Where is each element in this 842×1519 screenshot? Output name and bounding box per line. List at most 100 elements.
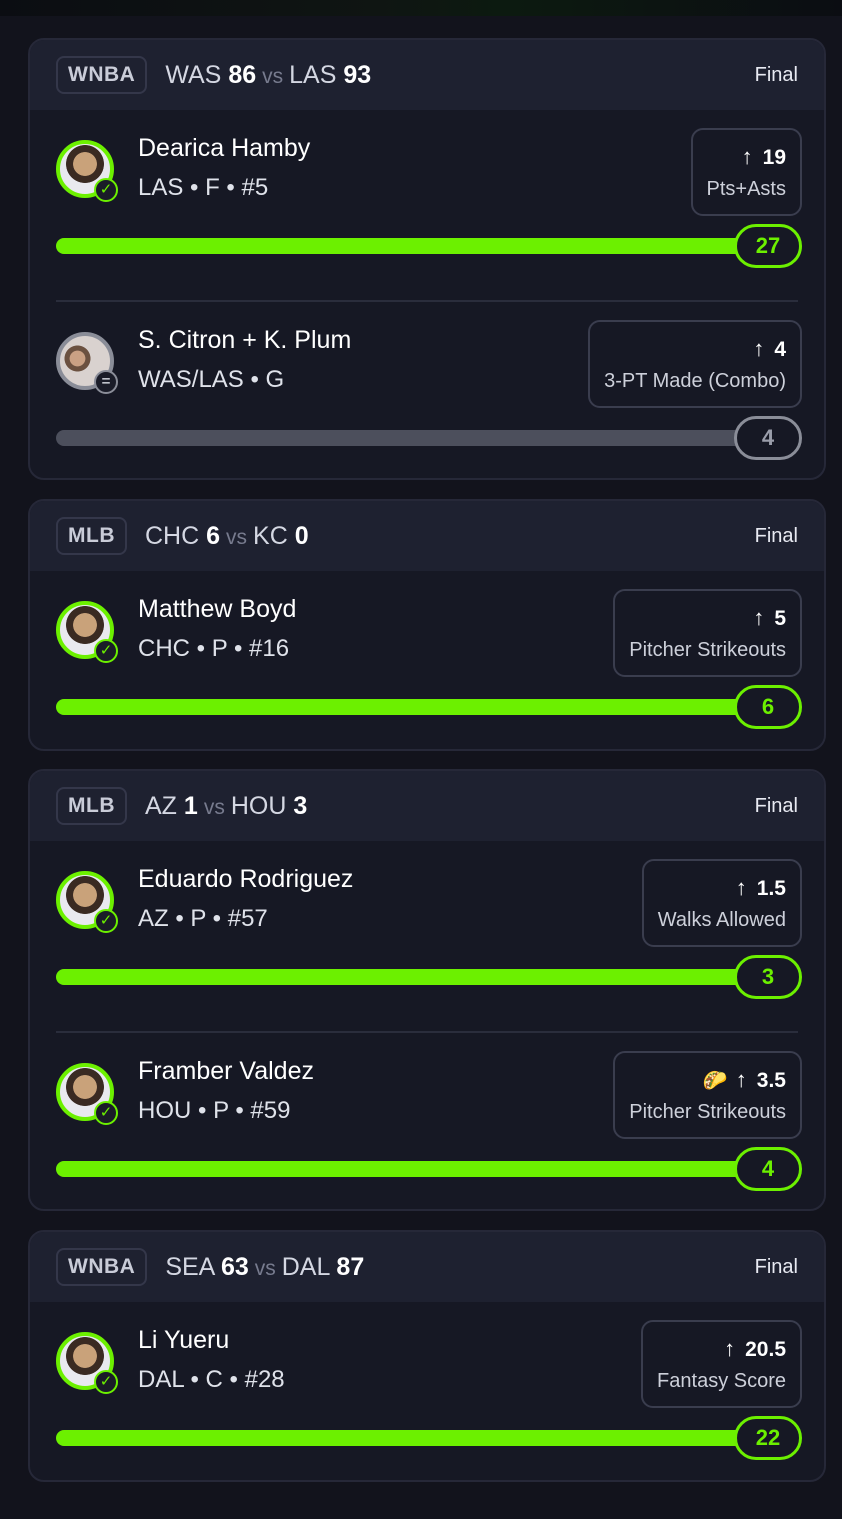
vs-label: vs (203, 795, 225, 819)
result-pill: 22 (734, 1416, 802, 1460)
home-score: 0 (294, 521, 309, 550)
progress-bar (56, 699, 746, 715)
home-team: DAL (281, 1252, 330, 1281)
away-score: 86 (228, 60, 257, 89)
result-pill: 4 (734, 416, 802, 460)
game-header: MLB AZ 1 vs HOU 3 Final (30, 771, 824, 841)
result-pill: 4 (734, 1147, 802, 1191)
arrow-up-icon: ↑ (741, 144, 753, 169)
game-score: WAS 86 vs LAS 93 (165, 61, 371, 90)
league-badge: MLB (56, 517, 127, 555)
away-score: 63 (220, 1252, 249, 1281)
projection-box: 🌮 ↑ 3.5 Pitcher Strikeouts (613, 1051, 802, 1139)
home-score: 93 (343, 60, 372, 89)
progress-bar (56, 1430, 746, 1446)
player-meta: CHC • P • #16 (138, 635, 290, 662)
check-icon: ✓ (94, 1101, 118, 1125)
progress-bar (56, 969, 746, 985)
arrow-up-icon: ↑ (753, 336, 765, 361)
pick-row[interactable]: ✓ Eduardo Rodriguez AZ • P • #57 ↑ 1.5 Wa… (30, 841, 824, 1031)
taco-icon: 🌮 (702, 1070, 728, 1092)
home-team: KC (253, 521, 288, 550)
game-card[interactable]: MLB AZ 1 vs HOU 3 Final ✓ Eduardo Rodrigue… (28, 769, 826, 1211)
pick-row[interactable]: ✓ Li Yueru DAL • C • #28 ↑ 20.5 Fantasy S… (30, 1302, 824, 1480)
game-score: AZ 1 vs HOU 3 (145, 792, 307, 821)
check-icon: ✓ (94, 178, 118, 202)
pick-row[interactable]: ✓ Dearica Hamby LAS • F • #5 ↑ 19 Pts+Ast… (30, 110, 824, 300)
game-card[interactable]: WNBA WAS 86 vs LAS 93 Final ✓ Dearica Hamb… (28, 38, 826, 480)
vs-label: vs (262, 64, 284, 88)
arrow-up-icon: ↑ (753, 605, 765, 630)
equals-icon: = (94, 370, 118, 394)
arrow-up-icon: ↑ (724, 1336, 736, 1361)
player-name: Matthew Boyd (138, 595, 297, 623)
stat-type: Fantasy Score (657, 1370, 786, 1392)
player-name: Dearica Hamby (138, 134, 311, 162)
arrow-up-icon: ↑ (735, 875, 747, 900)
player-name: Framber Valdez (138, 1057, 314, 1085)
projection-box: ↑ 1.5 Walks Allowed (641, 859, 802, 947)
result-pill: 27 (734, 224, 802, 268)
projection-box: ↑ 19 Pts+Asts (690, 128, 802, 216)
projection-box: ↑ 4 3-PT Made (Combo) (588, 320, 802, 408)
game-status: Final (754, 1255, 798, 1278)
player-meta: LAS • F • #5 (138, 174, 269, 201)
progress-bar (56, 430, 746, 446)
stat-type: Pts+Asts (706, 178, 786, 200)
player-name: S. Citron + K. Plum (138, 326, 352, 354)
league-badge: MLB (56, 787, 127, 825)
projection-value: 3.5 (756, 1069, 786, 1092)
stat-type: Pitcher Strikeouts (629, 639, 786, 661)
stat-type: 3-PT Made (Combo) (604, 370, 786, 392)
stat-type: Walks Allowed (657, 909, 786, 931)
vs-label: vs (226, 525, 248, 549)
game-card[interactable]: WNBA SEA 63 vs DAL 87 Final ✓ Li Yueru DAL… (28, 1230, 826, 1482)
top-header-strip (0, 0, 842, 16)
away-team: WAS (165, 60, 222, 89)
progress-bar (56, 1161, 746, 1177)
pick-row[interactable]: ✓ Framber Valdez HOU • P • #59 🌮 ↑ 3.5 Pit… (56, 1031, 802, 1209)
home-team: LAS (289, 60, 337, 89)
player-name: Li Yueru (138, 1326, 230, 1354)
check-icon: ✓ (94, 1370, 118, 1394)
arrow-up-icon: ↑ (735, 1067, 747, 1092)
player-meta: DAL • C • #28 (138, 1366, 285, 1393)
player-meta: HOU • P • #59 (138, 1097, 291, 1124)
game-header: MLB CHC 6 vs KC 0 Final (30, 501, 824, 571)
away-team: SEA (165, 1252, 214, 1281)
check-icon: ✓ (94, 909, 118, 933)
pick-row[interactable]: = S. Citron + K. Plum WAS/LAS • G ↑ 4 3-P… (56, 300, 802, 478)
result-pill: 6 (734, 685, 802, 729)
player-name: Eduardo Rodriguez (138, 865, 354, 893)
away-team: AZ (145, 791, 177, 820)
game-score: SEA 63 vs DAL 87 (165, 1253, 364, 1282)
pick-row[interactable]: ✓ Matthew Boyd CHC • P • #16 ↑ 5 Pitcher … (30, 571, 824, 749)
vs-label: vs (254, 1256, 276, 1280)
projection-value: 19 (762, 146, 786, 169)
player-meta: WAS/LAS • G (138, 366, 285, 393)
stat-type: Pitcher Strikeouts (629, 1101, 786, 1123)
away-score: 1 (183, 791, 198, 820)
league-badge: WNBA (56, 1248, 148, 1286)
home-team: HOU (230, 791, 287, 820)
check-icon: ✓ (94, 639, 118, 663)
game-header: WNBA SEA 63 vs DAL 87 Final (30, 1232, 824, 1302)
game-score: CHC 6 vs KC 0 (145, 522, 309, 551)
projection-value: 20.5 (745, 1338, 786, 1361)
league-badge: WNBA (56, 56, 148, 94)
progress-bar (56, 238, 746, 254)
home-score: 3 (293, 791, 308, 820)
projection-value: 1.5 (756, 877, 786, 900)
away-team: CHC (145, 521, 200, 550)
away-score: 6 (206, 521, 221, 550)
home-score: 87 (336, 1252, 365, 1281)
projection-box: ↑ 5 Pitcher Strikeouts (613, 589, 802, 677)
projection-value: 5 (774, 607, 786, 630)
player-meta: AZ • P • #57 (138, 905, 268, 932)
projection-box: ↑ 20.5 Fantasy Score (641, 1320, 802, 1408)
projection-value: 4 (774, 338, 786, 361)
game-card[interactable]: MLB CHC 6 vs KC 0 Final ✓ Matthew Boyd CHC… (28, 499, 826, 751)
game-status: Final (754, 794, 798, 817)
game-status: Final (754, 63, 798, 86)
game-header: WNBA WAS 86 vs LAS 93 Final (30, 40, 824, 110)
